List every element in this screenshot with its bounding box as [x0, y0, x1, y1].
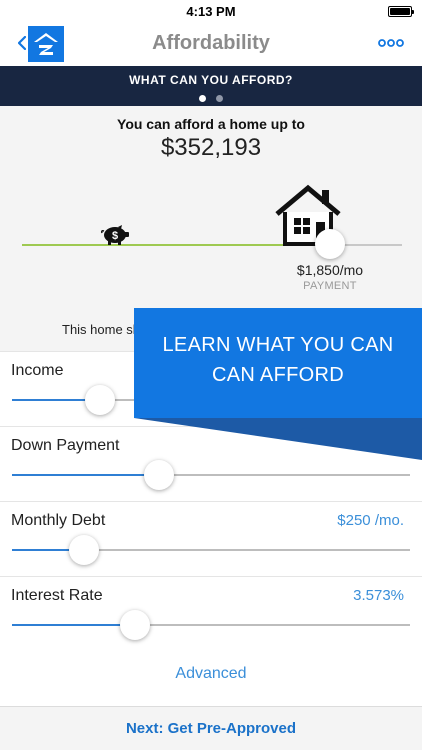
- page-dot-1[interactable]: [199, 95, 206, 102]
- svg-text:$: $: [112, 230, 118, 242]
- payment-value: $1,850/mo: [296, 262, 364, 278]
- footer-bar: Next: Get Pre-Approved: [0, 706, 422, 750]
- afford-value: $352,193: [160, 134, 262, 161]
- payment-label: PAYMENT: [303, 280, 357, 292]
- field-label: Monthly Debt: [11, 512, 106, 529]
- monthly-debt-field: Monthly Debt $250 /mo.: [0, 501, 422, 576]
- monthly-debt-slider-knob[interactable]: [69, 535, 99, 565]
- promo-line-2: CAN AFFORD: [212, 364, 344, 386]
- status-bar: 4:13 PM: [0, 0, 422, 22]
- interest-rate-slider-fill: [12, 624, 135, 626]
- page-title: Affordability: [152, 32, 270, 54]
- field-label: Income: [11, 362, 64, 379]
- section-header: WHAT CAN YOU AFFORD?: [0, 66, 422, 106]
- nav-bar: Affordability: [0, 22, 422, 66]
- page-indicator[interactable]: [0, 95, 422, 102]
- down-payment-slider-fill: [12, 474, 159, 476]
- page-dot-2[interactable]: [216, 95, 223, 102]
- down-payment-slider-knob[interactable]: [144, 460, 174, 490]
- battery-icon: [388, 6, 414, 17]
- interest-rate-slider-knob[interactable]: [120, 610, 150, 640]
- advanced-link[interactable]: Advanced: [0, 665, 422, 683]
- promo-line-1: LEARN WHAT YOU CAN: [162, 334, 394, 356]
- status-time: 4:13 PM: [186, 4, 236, 19]
- afford-label: You can afford a home up to: [117, 116, 305, 132]
- payment-slider-knob[interactable]: [315, 229, 345, 259]
- interest-rate-field: Interest Rate 3.573%: [0, 576, 422, 651]
- field-value[interactable]: $250 /mo.: [337, 512, 404, 529]
- section-title: WHAT CAN YOU AFFORD?: [129, 73, 293, 87]
- house-note: This home sh: [62, 322, 141, 337]
- field-label: Interest Rate: [11, 587, 103, 604]
- field-label: Down Payment: [11, 437, 120, 454]
- more-dots-icon[interactable]: [378, 38, 404, 48]
- field-value[interactable]: 3.573%: [353, 587, 404, 604]
- promo-text[interactable]: LEARN WHAT YOU CAN CAN AFFORD: [134, 330, 422, 390]
- piggy-bank-icon: $: [101, 225, 129, 245]
- income-slider-knob[interactable]: [85, 385, 115, 415]
- next-pre-approved-button[interactable]: Next: Get Pre-Approved: [0, 720, 422, 737]
